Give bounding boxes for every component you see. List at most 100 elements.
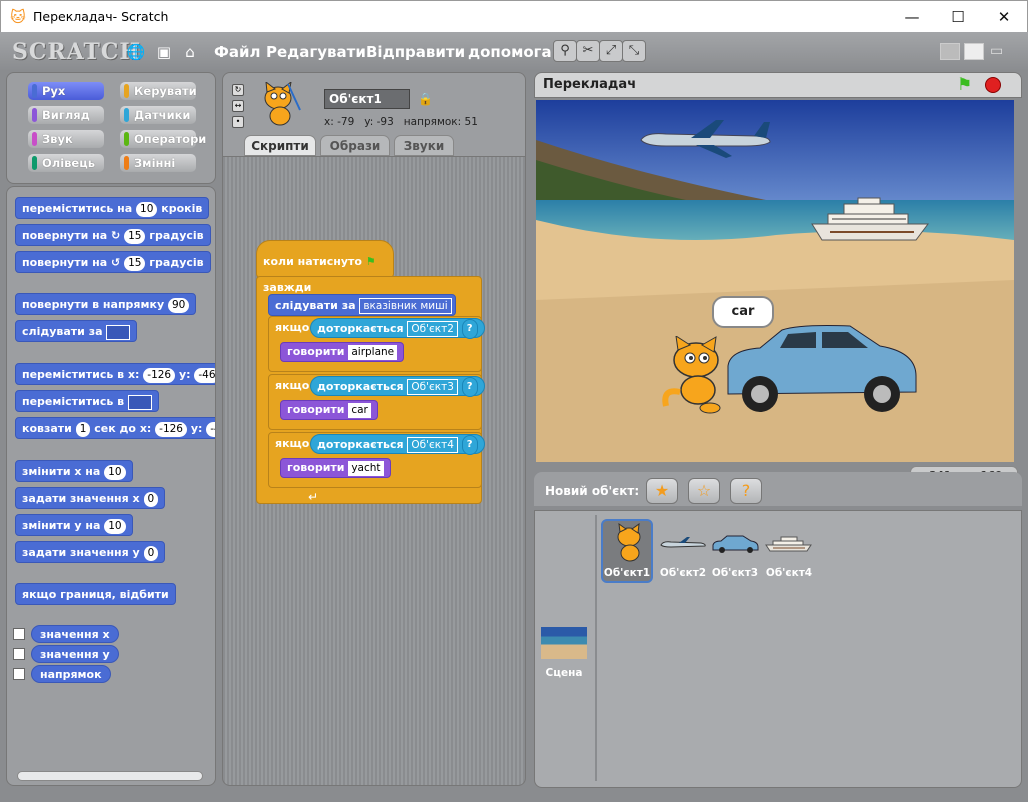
block-point-towards[interactable]: слідувати за	[15, 320, 138, 342]
random-sprite-icon[interactable]: ?	[730, 478, 762, 504]
block-change-x[interactable]: змінити х на 10	[15, 460, 133, 482]
block-bounce[interactable]: якщо границя, відбити	[15, 583, 176, 605]
category-6[interactable]: Олівець	[28, 154, 104, 172]
reporter-y-position[interactable]: значення у	[31, 645, 119, 663]
checkbox-x-position[interactable]	[13, 628, 25, 640]
category-0[interactable]: Рух	[28, 82, 104, 100]
say-input[interactable]: airplane	[348, 344, 398, 360]
block-set-x[interactable]: задати значення х 0	[15, 487, 166, 509]
maximize-button[interactable]: ☐	[935, 1, 981, 33]
category-swatch	[32, 132, 37, 146]
close-button[interactable]: ✕	[981, 1, 1027, 33]
sprite-thumb-4[interactable]	[765, 535, 813, 553]
say-block-3[interactable]: говорити yacht	[280, 458, 391, 478]
small-stage-mode-icon[interactable]	[940, 43, 960, 60]
block-turn-left[interactable]: повернути на ↺ 15 градусів	[15, 251, 211, 273]
block-goto-xy[interactable]: переміститись в x: -126 y: -46	[15, 363, 215, 385]
hat-block-green-flag[interactable]: коли натиснуто ⚑	[256, 240, 394, 278]
say-input[interactable]: car	[348, 402, 371, 418]
category-7[interactable]: Змінні	[120, 154, 196, 172]
choose-sprite-file-icon[interactable]: ☆	[688, 478, 720, 504]
speech-bubble: car	[712, 296, 774, 328]
checkbox-direction[interactable]	[13, 668, 25, 680]
category-label: Рух	[42, 84, 66, 98]
delete-tool-icon[interactable]: ✂	[576, 40, 600, 62]
share-icon[interactable]: ⌂	[180, 42, 200, 62]
rotate-right-icon: ↻	[111, 229, 121, 242]
sprite-thumb-2-label: Об'єкт2	[659, 567, 707, 579]
if-label: якщо	[275, 379, 310, 392]
rotate-left-icon: ↺	[111, 256, 121, 269]
say-input[interactable]: yacht	[348, 460, 384, 476]
scratch-cat-icon: 🐱	[10, 8, 26, 26]
block-point-direction[interactable]: повернути в напрямку 90	[15, 293, 197, 315]
category-swatch	[124, 156, 129, 170]
sprite-thumb-3-label: Об'єкт3	[711, 567, 759, 579]
menu-file[interactable]: Файл	[214, 43, 261, 61]
touching-condition-2[interactable]: доторкається Об'єкт3 ?	[310, 376, 485, 397]
tab-costumes[interactable]: Образи	[320, 135, 390, 156]
block-glide[interactable]: ковзати 1 сек до x: -126 y: -46	[15, 417, 215, 439]
sprite-thumb-2[interactable]	[659, 537, 707, 551]
shrink-tool-icon[interactable]: ⤡	[622, 40, 646, 62]
stage-header: Перекладач ⚑	[534, 72, 1022, 98]
if-label: якщо	[275, 437, 310, 450]
stop-sign-icon[interactable]	[985, 77, 1001, 93]
reporter-x-position[interactable]: значення х	[31, 625, 119, 643]
tab-sounds[interactable]: Звуки	[394, 135, 454, 156]
block-palette: переміститись на 10 кроків повернути на …	[6, 186, 216, 786]
category-3[interactable]: Датчики	[120, 106, 196, 124]
minimize-button[interactable]: —	[889, 1, 935, 33]
save-icon[interactable]: ▣	[154, 42, 174, 62]
category-2[interactable]: Вигляд	[28, 106, 104, 124]
stage-canvas[interactable]: car	[536, 100, 1014, 462]
reporter-direction[interactable]: напрямок	[31, 665, 111, 683]
rotation-none-icon[interactable]: •	[232, 116, 244, 128]
touching-dropdown[interactable]: Об'єкт4	[407, 437, 458, 453]
block-turn-right[interactable]: повернути на ↻ 15 градусів	[15, 224, 211, 246]
say-block-1[interactable]: говорити airplane	[280, 342, 405, 362]
menu-help[interactable]: допомога	[468, 43, 552, 61]
presentation-mode-icon[interactable]: ▭	[990, 43, 1010, 60]
sprite-thumb-3[interactable]	[711, 535, 759, 553]
category-label: Керувати	[134, 84, 197, 98]
stage-thumbnail[interactable]	[541, 627, 587, 659]
project-title: Перекладач	[543, 77, 637, 92]
touching-dropdown[interactable]: Об'єкт3	[407, 379, 458, 395]
menu-share[interactable]: Відправити	[366, 43, 465, 61]
menu-edit[interactable]: Редагувати	[266, 43, 366, 61]
block-point-towards-mouse[interactable]: слідувати за вказівник миші	[268, 294, 456, 316]
yacht-sprite[interactable]	[810, 196, 934, 244]
category-swatch	[124, 84, 129, 98]
cat-sprite[interactable]	[660, 336, 732, 414]
duplicate-tool-icon[interactable]: ⚲	[553, 40, 577, 62]
category-5[interactable]: Оператори	[120, 130, 206, 148]
category-label: Звук	[42, 132, 73, 146]
paint-new-sprite-icon[interactable]: ★	[646, 478, 678, 504]
block-move-steps[interactable]: переміститись на 10 кроків	[15, 197, 210, 219]
checkbox-y-position[interactable]	[13, 648, 25, 660]
grow-tool-icon[interactable]: ⤢	[599, 40, 623, 62]
lock-icon[interactable]: 🔒	[418, 92, 433, 106]
touching-dropdown[interactable]: Об'єкт2	[407, 321, 458, 337]
category-4[interactable]: Звук	[28, 130, 104, 148]
rotation-all-around-icon[interactable]: ↻	[232, 84, 244, 96]
touching-condition-1[interactable]: доторкається Об'єкт2 ?	[310, 318, 485, 339]
globe-icon[interactable]: 🌐	[126, 42, 146, 62]
normal-stage-mode-icon[interactable]	[964, 43, 984, 60]
block-goto[interactable]: переміститись в	[15, 390, 159, 412]
loop-arrow-icon: ↵	[308, 490, 319, 504]
tab-scripts[interactable]: Скрипти	[244, 135, 316, 156]
block-change-y[interactable]: змінити у на 10	[15, 514, 133, 536]
scratch-logo: SCRATCH	[12, 39, 142, 65]
rotation-left-right-icon[interactable]: ↔	[232, 100, 244, 112]
car-sprite[interactable]	[720, 322, 920, 418]
touching-condition-3[interactable]: доторкається Об'єкт4 ?	[310, 434, 485, 455]
airplane-sprite[interactable]	[636, 118, 776, 160]
green-flag-icon[interactable]: ⚑	[957, 75, 972, 95]
block-set-y[interactable]: задати значення у 0	[15, 541, 166, 563]
say-block-2[interactable]: говорити car	[280, 400, 378, 420]
palette-scrollbar[interactable]	[17, 771, 203, 781]
sprite-name-field[interactable]: Об'єкт1	[324, 89, 410, 109]
category-1[interactable]: Керувати	[120, 82, 197, 100]
